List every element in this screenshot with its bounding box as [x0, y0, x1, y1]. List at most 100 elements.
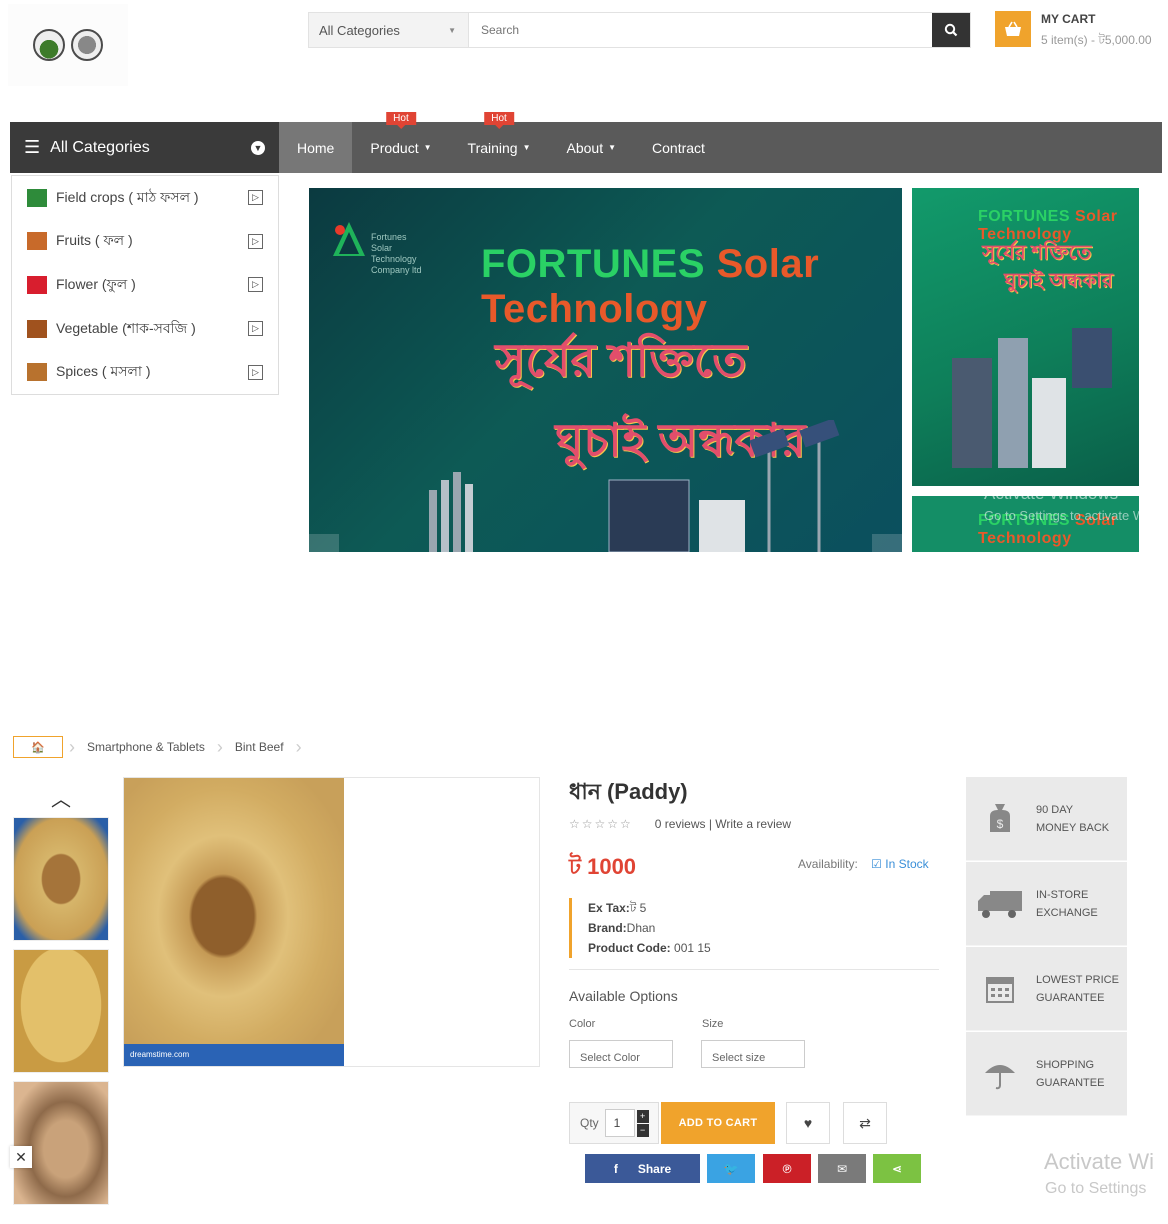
logo-field-emblem: [33, 29, 65, 61]
flower-thumbnail: [27, 275, 47, 294]
checkbox-icon: ☑: [871, 857, 882, 871]
caret-down-icon: ▼: [522, 143, 531, 152]
slider-prev-arrow[interactable]: [309, 534, 339, 552]
fruits-thumbnail: [27, 232, 47, 251]
search-category-select[interactable]: All Categories ▼: [309, 13, 469, 47]
windows-activation-title: Activate Windows: [984, 484, 1119, 503]
expand-arrow-icon[interactable]: ▷: [248, 321, 263, 337]
svg-text:$: $: [997, 817, 1004, 831]
umbrella-icon: [976, 1057, 1024, 1091]
twitter-share-button[interactable]: 🐦: [707, 1154, 755, 1183]
product-main-image[interactable]: dreamstime.com: [124, 778, 344, 1066]
nav-about[interactable]: About ▼: [549, 122, 635, 173]
caret-down-icon: ▼: [423, 143, 432, 152]
pinterest-share-button[interactable]: ℗: [763, 1154, 811, 1183]
category-spices[interactable]: Spices ( মসলা ) ▷: [12, 350, 278, 394]
money-bag-icon: $: [976, 802, 1024, 836]
facebook-share-button[interactable]: f Share: [585, 1154, 700, 1183]
expand-arrow-icon[interactable]: ▷: [248, 190, 263, 206]
chevron-down-icon: ▼: [251, 140, 265, 155]
product-title: ধান (Paddy): [569, 779, 688, 804]
hamburger-icon: ☰: [24, 137, 41, 157]
write-review-link[interactable]: Write a review: [715, 817, 791, 831]
email-share-button[interactable]: ✉: [818, 1154, 866, 1183]
category-fruits[interactable]: Fruits ( ফল ) ▷: [12, 220, 278, 264]
reviews-link[interactable]: 0 reviews: [655, 817, 706, 831]
company-name: Fortunes Solar Technology Company ltd: [371, 232, 422, 275]
expand-arrow-icon[interactable]: ▷: [248, 364, 263, 380]
compare-arrows-icon: ⇄: [859, 1114, 871, 1131]
guarantee-panel: $ 90 DAY MONEY BACK IN-STORE EXCHANGE LOWE…: [966, 777, 1127, 1116]
guarantee-money-back: $ 90 DAY MONEY BACK: [966, 777, 1127, 861]
color-label: Color: [569, 1018, 596, 1030]
nav-product[interactable]: Hot Product ▼: [352, 112, 449, 173]
twitter-icon: 🐦: [723, 1161, 739, 1176]
cart-summary: 5 item(s) - ট5,000.00: [1041, 33, 1152, 47]
product-thumbnail[interactable]: [13, 817, 109, 941]
category-field-crops[interactable]: Field crops ( মাঠ ফসল ) ▷: [12, 176, 278, 220]
image-watermark-bar: dreamstime.com: [124, 1044, 344, 1066]
rating-row: ☆☆☆☆☆ 0 reviews | Write a review: [569, 817, 792, 831]
wishlist-button[interactable]: ♥: [786, 1102, 830, 1144]
increment-button[interactable]: +: [636, 1109, 649, 1123]
logo-globe-emblem: [71, 29, 103, 61]
nav-contract[interactable]: Contract: [634, 122, 723, 173]
search-bar: All Categories ▼: [308, 12, 971, 48]
home-icon[interactable]: 🏠: [13, 736, 63, 758]
mini-cart[interactable]: MY CART 5 item(s) - ট5,000.00: [995, 11, 1152, 52]
side-banner-top[interactable]: FORTUNES Solar Technology সূর্যের শক্তিত…: [912, 188, 1139, 486]
nav-training[interactable]: Hot Training ▼: [450, 112, 549, 173]
basket-icon: [995, 11, 1031, 47]
cart-title: MY CART: [1041, 12, 1096, 26]
guarantee-lowest-price: LOWEST PRICE GUARANTEE: [966, 947, 1127, 1031]
vegetable-thumbnail: [27, 319, 47, 338]
hero-slider[interactable]: Fortunes Solar Technology Company ltd FO…: [309, 188, 902, 552]
truck-icon: [976, 889, 1024, 919]
nav-home[interactable]: Home: [279, 122, 353, 173]
quantity-input[interactable]: 1: [604, 1109, 635, 1137]
all-categories-toggle[interactable]: ☰ All Categories ▼: [10, 122, 279, 173]
main-navbar: ☰ All Categories ▼ Home Hot Product ▼ Hot…: [10, 112, 1162, 173]
slider-next-arrow[interactable]: [872, 534, 902, 552]
guarantee-shopping: SHOPPING GUARANTEE: [966, 1032, 1127, 1116]
solar-products-illustration: [429, 420, 840, 552]
site-logo[interactable]: [8, 4, 128, 86]
breadcrumb-item[interactable]: Bint Beef: [229, 740, 290, 754]
side-banner-bottom[interactable]: FORTUNES Solar Technology: [912, 496, 1139, 552]
chevron-up-icon[interactable]: ︿: [13, 777, 109, 817]
search-button[interactable]: [932, 13, 970, 47]
product-price: ট 1000: [569, 854, 637, 879]
close-icon[interactable]: ✕: [10, 1146, 32, 1168]
breadcrumb-item[interactable]: Smartphone & Tablets: [81, 740, 211, 754]
breadcrumb: 🏠 › Smartphone & Tablets › Bint Beef ›: [13, 735, 308, 759]
size-select[interactable]: Select size: [701, 1040, 805, 1068]
windows-activation-title: Activate Wi: [1044, 1149, 1155, 1174]
hot-badge: Hot: [386, 112, 416, 129]
pinterest-icon: ℗: [782, 1161, 792, 1176]
solar-products-illustration: [952, 328, 1112, 468]
sharethis-button[interactable]: ⋖: [873, 1154, 921, 1183]
search-input[interactable]: [469, 13, 932, 47]
quantity-stepper: Qty 1 + −: [569, 1102, 659, 1144]
caret-down-icon: ▼: [608, 143, 617, 152]
field-crops-thumbnail: [27, 188, 47, 207]
calendar-icon: [976, 974, 1024, 1004]
product-thumbnail[interactable]: [13, 1081, 109, 1205]
share-icon: ⋖: [891, 1161, 903, 1176]
banner-headline-1: সূর্যের শক্তিতে: [495, 334, 747, 386]
category-vegetable[interactable]: Vegetable (শাক-সবজি ) ▷: [12, 307, 278, 351]
color-select[interactable]: Select Color: [569, 1040, 673, 1068]
size-label: Size: [702, 1018, 724, 1030]
divider: [569, 969, 939, 970]
compare-button[interactable]: ⇄: [843, 1102, 887, 1144]
heart-icon: ♥: [803, 1115, 813, 1131]
expand-arrow-icon[interactable]: ▷: [248, 233, 263, 249]
guarantee-exchange: IN-STORE EXCHANGE: [966, 862, 1127, 946]
side-banner-line-2: ঘুচাই অন্ধকার: [1004, 270, 1113, 292]
expand-arrow-icon[interactable]: ▷: [248, 277, 263, 293]
windows-activation-sub: Go to Settings to activate W: [984, 508, 1146, 523]
add-to-cart-button[interactable]: ADD TO CART: [661, 1102, 775, 1144]
product-thumbnail[interactable]: [13, 949, 109, 1073]
category-flower[interactable]: Flower (ফুল ) ▷: [12, 263, 278, 307]
decrement-button[interactable]: −: [636, 1123, 649, 1137]
